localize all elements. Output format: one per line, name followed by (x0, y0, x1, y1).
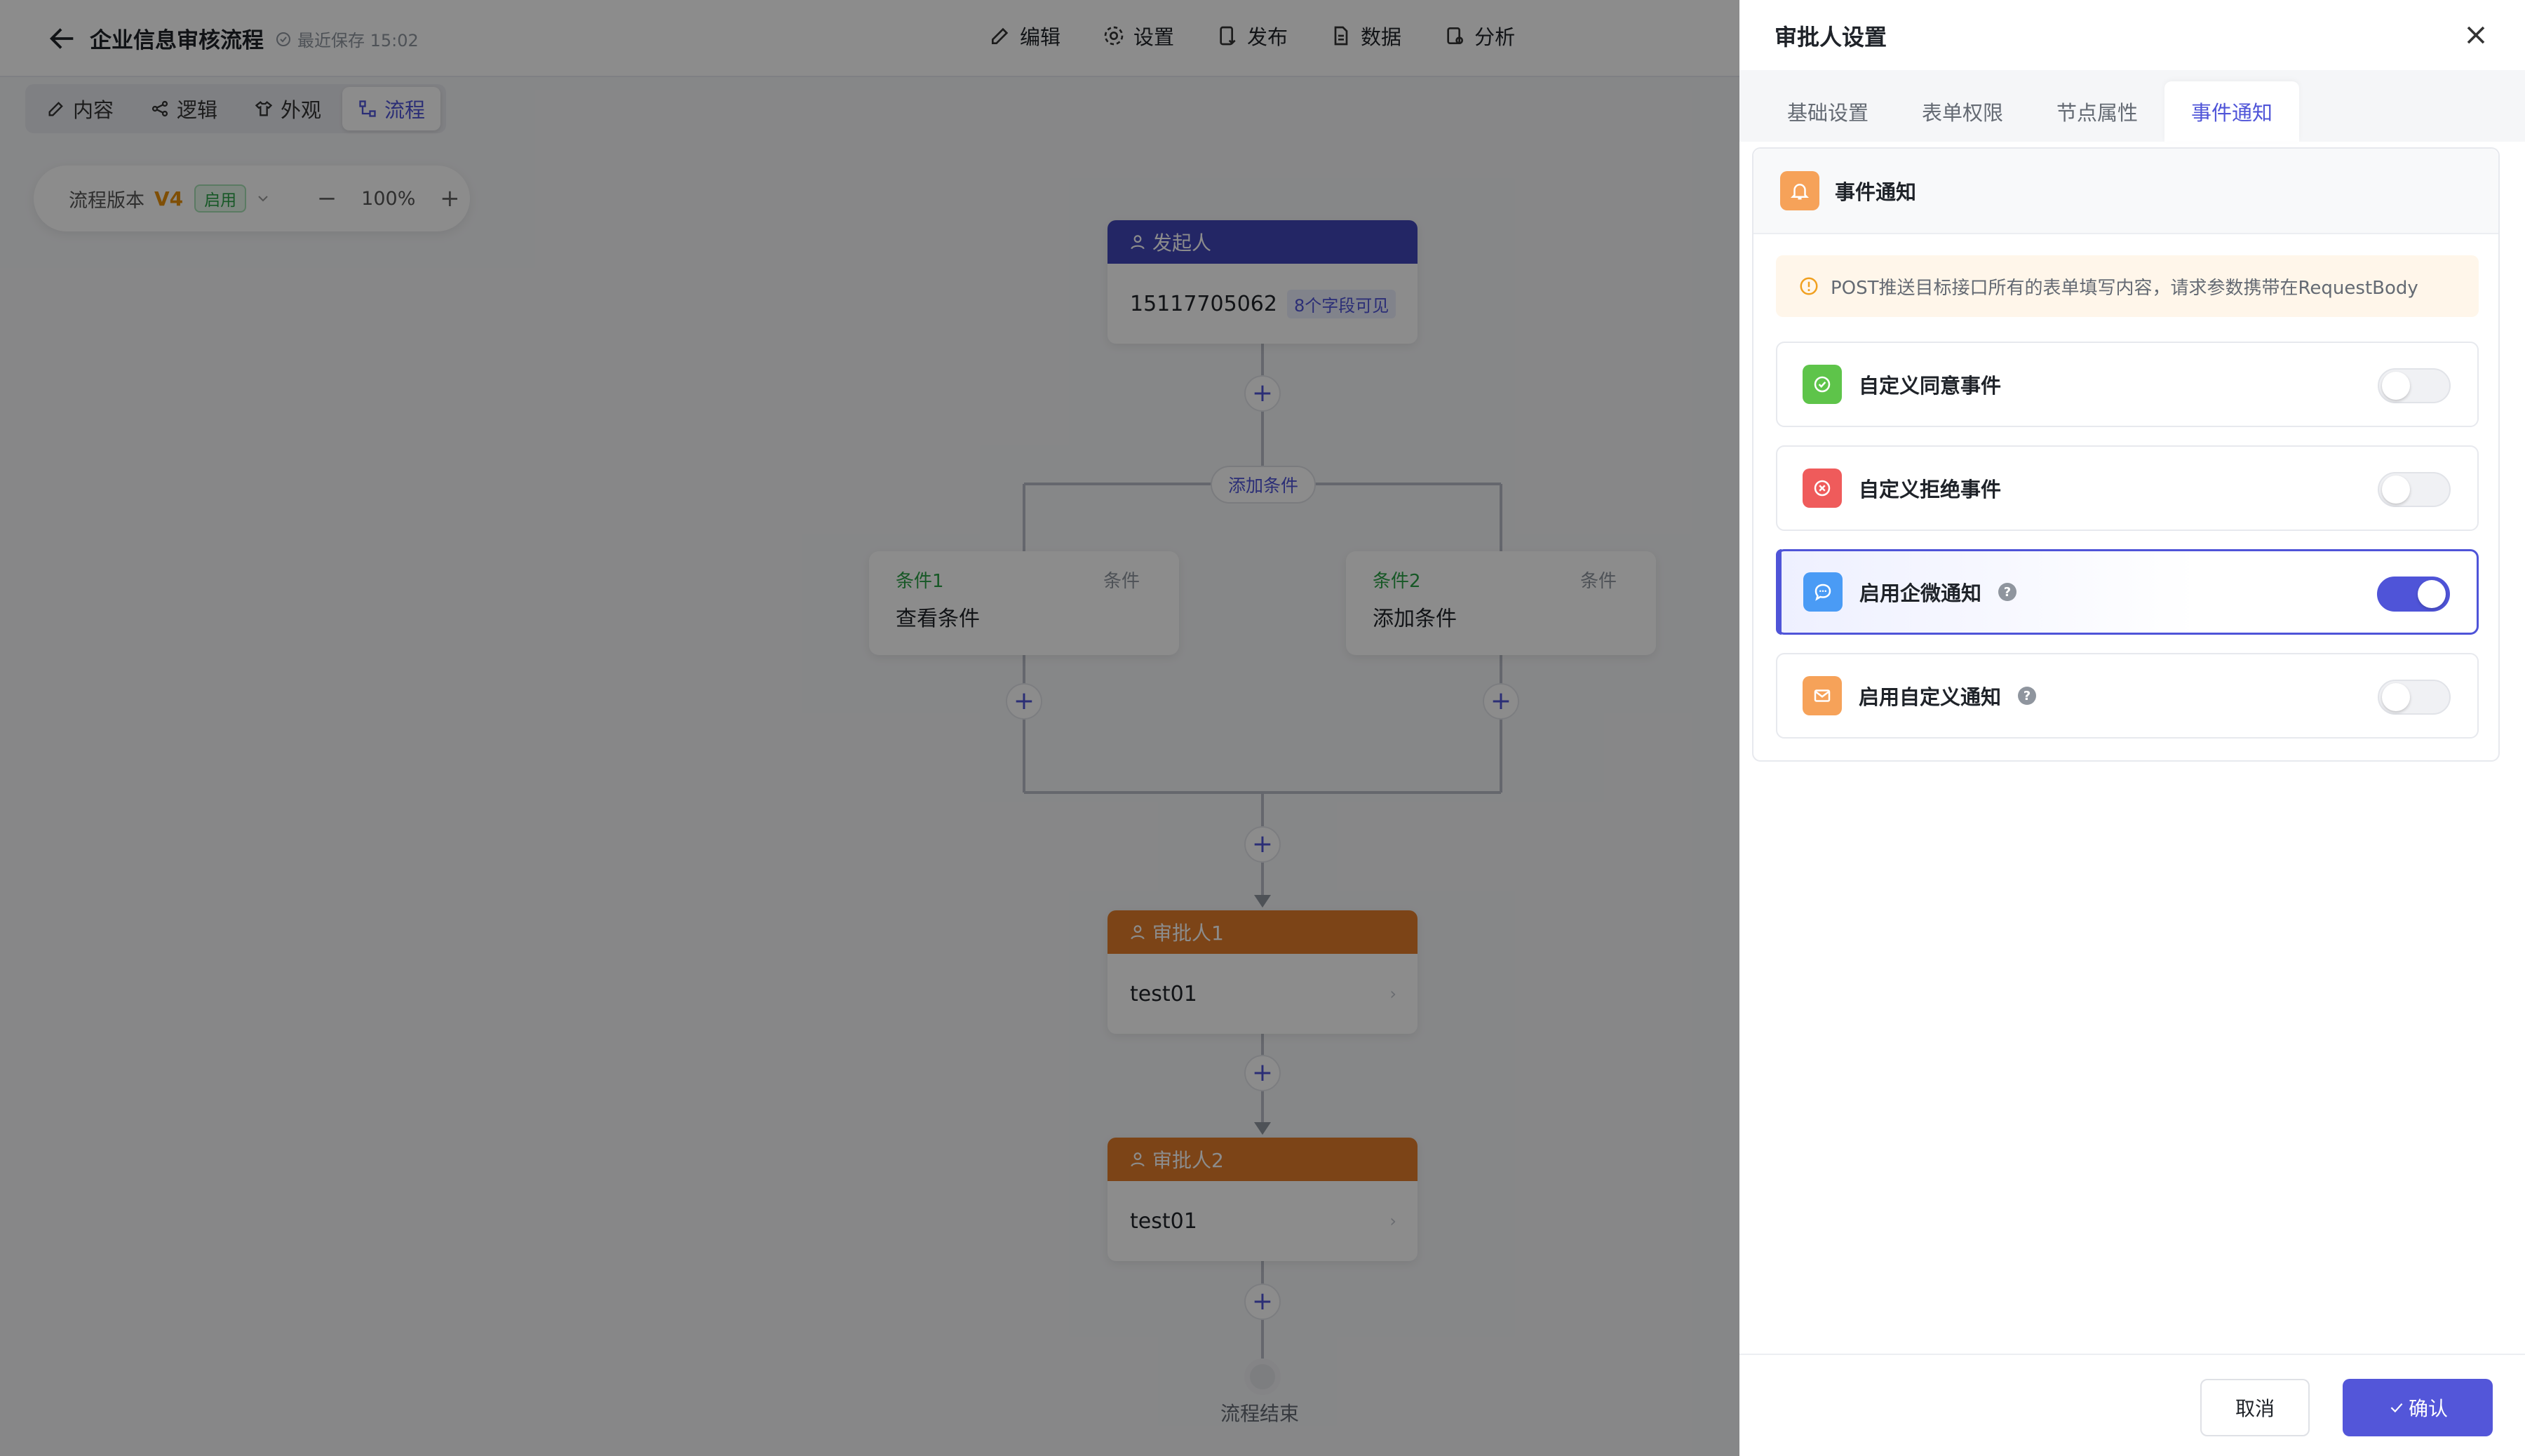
event-row-custom: 启用自定义通知 ? (1776, 653, 2479, 739)
bell-icon (1780, 171, 1819, 210)
confirm-button[interactable]: 确认 (2343, 1379, 2493, 1436)
panel-title: 事件通知 (1835, 180, 1917, 204)
event-row-label: 启用企微通知 (1859, 581, 1982, 605)
chat-icon (1803, 572, 1843, 612)
event-notification-panel: 事件通知 POST推送目标接口所有的表单填写内容，请求参数携带在RequestB… (1752, 147, 2500, 762)
toggle-knob (2382, 476, 2410, 504)
check-circle-icon (1803, 365, 1842, 404)
tab-node-properties[interactable]: 节点属性 (2030, 81, 2164, 142)
event-row-label: 自定义拒绝事件 (1859, 478, 2002, 501)
reject-event-toggle[interactable] (2378, 472, 2451, 507)
modal-overlay[interactable] (0, 0, 1739, 1456)
panel-header: 事件通知 (1753, 149, 2498, 234)
post-notice: POST推送目标接口所有的表单填写内容，请求参数携带在RequestBody (1776, 255, 2479, 317)
close-icon[interactable] (2460, 20, 2491, 50)
x-circle-icon (1803, 469, 1842, 508)
toggle-knob (2382, 683, 2410, 711)
help-icon[interactable]: ? (2018, 687, 2037, 705)
drawer-header: 审批人设置 (1739, 0, 2525, 70)
toggle-knob (2382, 372, 2410, 400)
approve-event-toggle[interactable] (2378, 368, 2451, 403)
drawer-title: 审批人设置 (1775, 24, 1887, 50)
event-row-label: 启用自定义通知 (1859, 685, 2002, 709)
event-row-reject: 自定义拒绝事件 (1776, 445, 2479, 531)
event-row-wecom: 启用企微通知 ? (1776, 549, 2479, 635)
confirm-button-label: 确认 (2408, 1397, 2448, 1420)
drawer-footer: 取消 确认 (1739, 1354, 2525, 1456)
wecom-notification-toggle[interactable] (2377, 577, 2450, 612)
event-row-approve: 自定义同意事件 (1776, 342, 2479, 427)
warning-icon (1800, 277, 1818, 295)
check-icon (2390, 1403, 2403, 1413)
tab-form-permissions[interactable]: 表单权限 (1895, 81, 2030, 142)
custom-notification-toggle[interactable] (2378, 680, 2451, 715)
help-icon[interactable]: ? (1998, 583, 2017, 601)
tab-basic-settings[interactable]: 基础设置 (1760, 81, 1895, 142)
event-row-label: 自定义同意事件 (1859, 374, 2002, 398)
drawer-tabs: 基础设置 表单权限 节点属性 事件通知 (1760, 81, 2300, 142)
approver-settings-drawer: 审批人设置 基础设置 表单权限 节点属性 事件通知 事件通知 POST推送目标接… (1739, 0, 2525, 1456)
notice-text: POST推送目标接口所有的表单填写内容，请求参数携带在RequestBody (1831, 277, 2418, 299)
tab-event-notifications[interactable]: 事件通知 (2164, 81, 2300, 142)
mail-icon (1803, 676, 1842, 715)
cancel-button[interactable]: 取消 (2200, 1379, 2310, 1436)
toggle-knob (2418, 580, 2446, 608)
